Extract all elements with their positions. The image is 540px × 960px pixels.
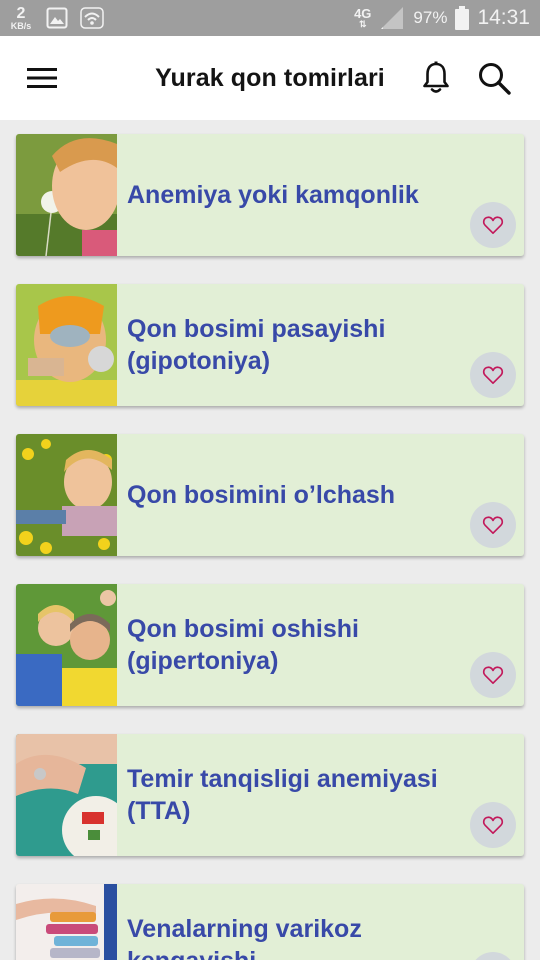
article-title: Temir tanqisligi anemiyasi (TTA) (127, 734, 484, 856)
status-left: 2 KB/s (8, 4, 104, 32)
article-list: Anemiya yoki kamqonlik Qon bosimi pasayi… (0, 120, 540, 960)
favorite-button[interactable] (470, 802, 516, 848)
favorite-button[interactable] (470, 352, 516, 398)
search-button[interactable] (472, 56, 516, 100)
article-thumbnail (16, 734, 117, 856)
data-arrows-icon: ⇅ (358, 19, 367, 29)
article-card[interactable]: Qon bosimi oshishi (gipertoniya) (16, 584, 524, 706)
article-title: Venalarning varikoz kengayishi (127, 884, 484, 960)
search-icon (479, 63, 511, 95)
clock: 14:31 (477, 6, 530, 29)
network-speed-unit: KB/s (10, 20, 32, 31)
article-card[interactable]: Qon bosimini o’lchash (16, 434, 524, 556)
article-thumbnail (16, 584, 117, 706)
network-speed: 2 KB/s (8, 4, 34, 31)
article-title-text: Qon bosimi oshishi (gipertoniya) (127, 615, 359, 675)
article-title-text: Qon bosimini o’lchash (127, 481, 396, 509)
heart-icon (482, 666, 504, 684)
article-card[interactable]: Anemiya yoki kamqonlik (16, 134, 524, 256)
wifi-icon (80, 7, 104, 29)
network-type: 4G ⇅ (354, 7, 371, 29)
article-title: Qon bosimi pasayishi (gipotoniya) (127, 284, 484, 406)
battery-icon (455, 6, 470, 30)
heart-icon (482, 816, 504, 834)
signal-icon (381, 7, 404, 29)
heart-icon (482, 216, 504, 234)
article-thumbnail (16, 284, 117, 406)
article-title-text: Venalarning varikoz kengayishi (127, 915, 362, 960)
page-title: Yurak qon tomirlari (155, 64, 385, 92)
article-title: Qon bosimini o’lchash (127, 434, 484, 556)
article-thumbnail (16, 884, 117, 960)
favorite-button[interactable] (470, 652, 516, 698)
status-bar: 2 KB/s 4G ⇅ 97% 14:31 (0, 0, 540, 36)
gallery-icon (46, 7, 68, 29)
article-title-text: Temir tanqisligi anemiyasi (TTA) (127, 765, 438, 825)
favorite-button[interactable] (470, 202, 516, 248)
status-right: 4G ⇅ 97% 14:31 (354, 0, 530, 36)
network-speed-value: 2 (16, 4, 26, 22)
battery-percent: 97% (413, 8, 448, 27)
favorite-button[interactable] (470, 502, 516, 548)
article-title-text: Qon bosimi pasayishi (gipotoniya) (127, 315, 386, 375)
bell-icon (423, 61, 449, 93)
article-thumbnail (16, 434, 117, 556)
article-card[interactable]: Venalarning varikoz kengayishi (16, 884, 524, 960)
article-thumbnail (16, 134, 117, 256)
article-title-text: Anemiya yoki kamqonlik (127, 181, 419, 209)
article-title: Qon bosimi oshishi (gipertoniya) (127, 584, 484, 706)
heart-icon (482, 366, 504, 384)
article-card[interactable]: Temir tanqisligi anemiyasi (TTA) (16, 734, 524, 856)
article-title: Anemiya yoki kamqonlik (127, 134, 484, 256)
notifications-button[interactable] (414, 56, 458, 100)
heart-icon (482, 516, 504, 534)
article-card[interactable]: Qon bosimi pasayishi (gipotoniya) (16, 284, 524, 406)
app-bar: Yurak qon tomirlari (0, 36, 540, 120)
